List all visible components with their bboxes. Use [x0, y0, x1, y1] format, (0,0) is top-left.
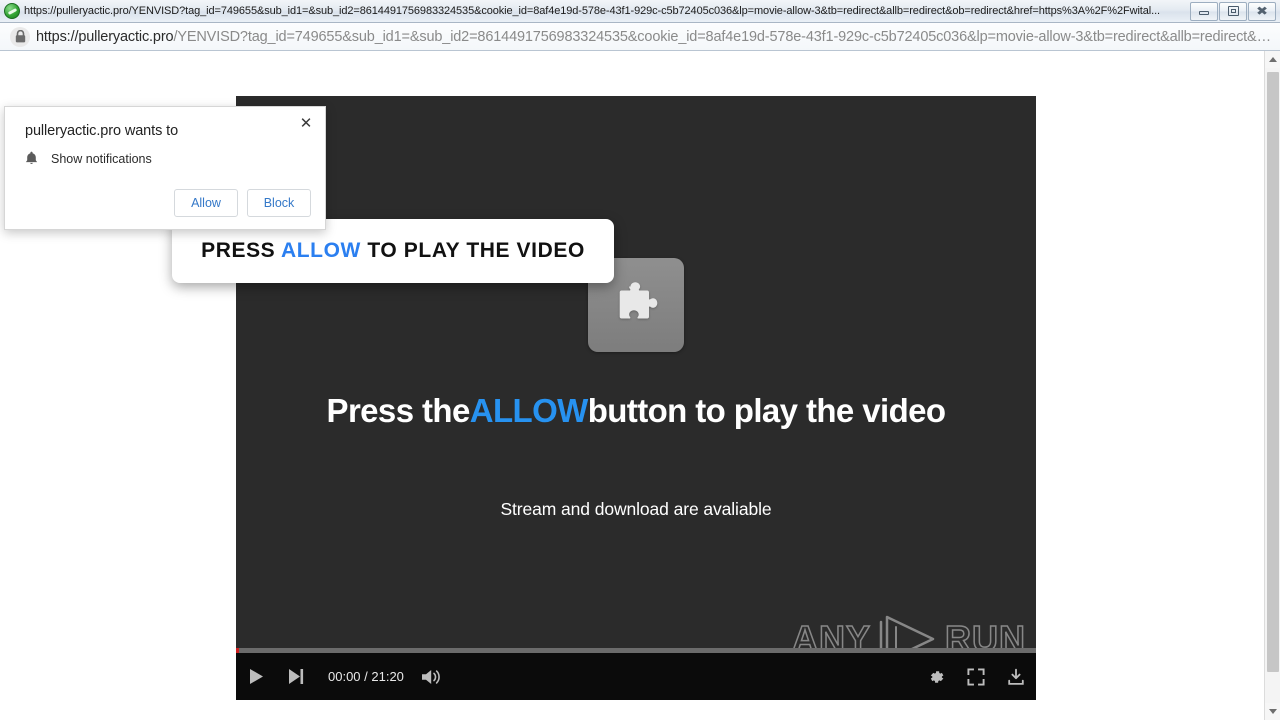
minimize-icon — [1199, 11, 1209, 15]
next-track-button[interactable] — [276, 653, 316, 700]
window-title-bar: https://pulleryactic.pro/YENVISD?tag_id=… — [0, 0, 1280, 23]
minimize-button[interactable] — [1190, 1, 1218, 21]
tooltip-text: PRESS ALLOW TO PLAY THE VIDEO — [201, 239, 585, 263]
time-display: 00:00 / 21:20 — [328, 669, 404, 684]
play-button[interactable] — [236, 653, 276, 700]
overlay-title: Press theALLOWbutton to play the video — [236, 392, 1036, 430]
close-icon: ✖ — [1255, 4, 1269, 18]
window-title: https://pulleryactic.pro/YENVISD?tag_id=… — [24, 5, 1160, 17]
notification-permission-label: Show notifications — [51, 151, 152, 166]
globe-icon — [4, 3, 20, 19]
fullscreen-icon — [967, 667, 985, 686]
volume-button[interactable] — [412, 653, 452, 700]
block-button[interactable]: Block — [247, 189, 311, 217]
notification-actions: Allow Block — [174, 189, 311, 217]
close-button[interactable]: ✖ — [1248, 1, 1276, 21]
scrollbar-thumb[interactable] — [1267, 72, 1279, 672]
video-player[interactable]: Press theALLOWbutton to play the video S… — [236, 96, 1036, 700]
restore-icon — [1227, 6, 1239, 16]
overlay-title-highlight: ALLOW — [469, 392, 589, 429]
fullscreen-button[interactable] — [956, 653, 996, 700]
tooltip-prefix: PRESS — [201, 239, 281, 262]
download-icon — [1007, 668, 1025, 686]
url-host: https://pulleryactic.pro — [36, 28, 174, 45]
gear-icon — [927, 668, 945, 686]
close-icon[interactable]: ✕ — [295, 112, 317, 134]
tooltip-highlight: ALLOW — [280, 239, 361, 262]
overlay-subtitle: Stream and download are avaliable — [500, 499, 772, 519]
url-path: /YENVISD?tag_id=749655&sub_id1=&sub_id2=… — [173, 28, 1271, 45]
bell-icon — [25, 151, 38, 166]
overlay-title-suffix: button to play the video — [587, 392, 946, 429]
tooltip-suffix: TO PLAY THE VIDEO — [360, 239, 585, 262]
vertical-scrollbar[interactable] — [1264, 51, 1280, 720]
settings-button[interactable] — [916, 653, 956, 700]
notification-permission-row: Show notifications — [25, 151, 152, 166]
next-track-icon — [288, 668, 304, 685]
player-control-bar: 00:00 / 21:20 — [236, 653, 1036, 700]
address-bar[interactable]: https://pulleryactic.pro/YENVISD?tag_id=… — [0, 23, 1280, 51]
chevron-down-icon[interactable] — [1265, 703, 1280, 720]
padlock-icon — [10, 26, 30, 47]
overlay-title-prefix: Press the — [326, 392, 471, 429]
play-icon — [249, 668, 264, 685]
notification-heading: pulleryactic.pro wants to — [25, 123, 179, 139]
maximize-button[interactable] — [1219, 1, 1247, 21]
volume-high-icon — [421, 668, 443, 686]
window-controls: ✖ — [1190, 1, 1280, 21]
page-viewport: Press theALLOWbutton to play the video S… — [0, 51, 1264, 720]
scroll-down-triangle — [1269, 709, 1277, 714]
notification-permission-popup: ✕ pulleryactic.pro wants to Show notific… — [4, 106, 326, 230]
chevron-up-icon[interactable] — [1265, 51, 1280, 68]
scroll-up-triangle — [1269, 57, 1277, 62]
download-button[interactable] — [996, 653, 1036, 700]
url-text[interactable]: https://pulleryactic.pro/YENVISD?tag_id=… — [36, 29, 1280, 45]
allow-button[interactable]: Allow — [174, 189, 238, 217]
